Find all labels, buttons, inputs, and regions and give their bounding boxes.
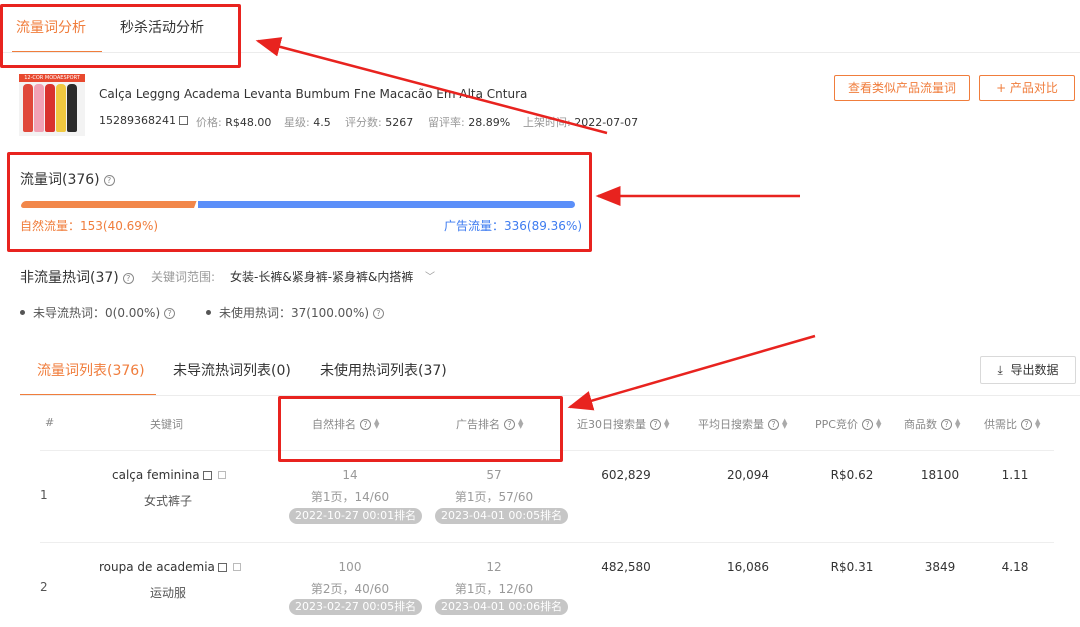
annotation-arrow-tabs	[255, 37, 608, 135]
annotation-arrow-rank	[567, 334, 816, 411]
annotation-arrows	[255, 37, 816, 411]
